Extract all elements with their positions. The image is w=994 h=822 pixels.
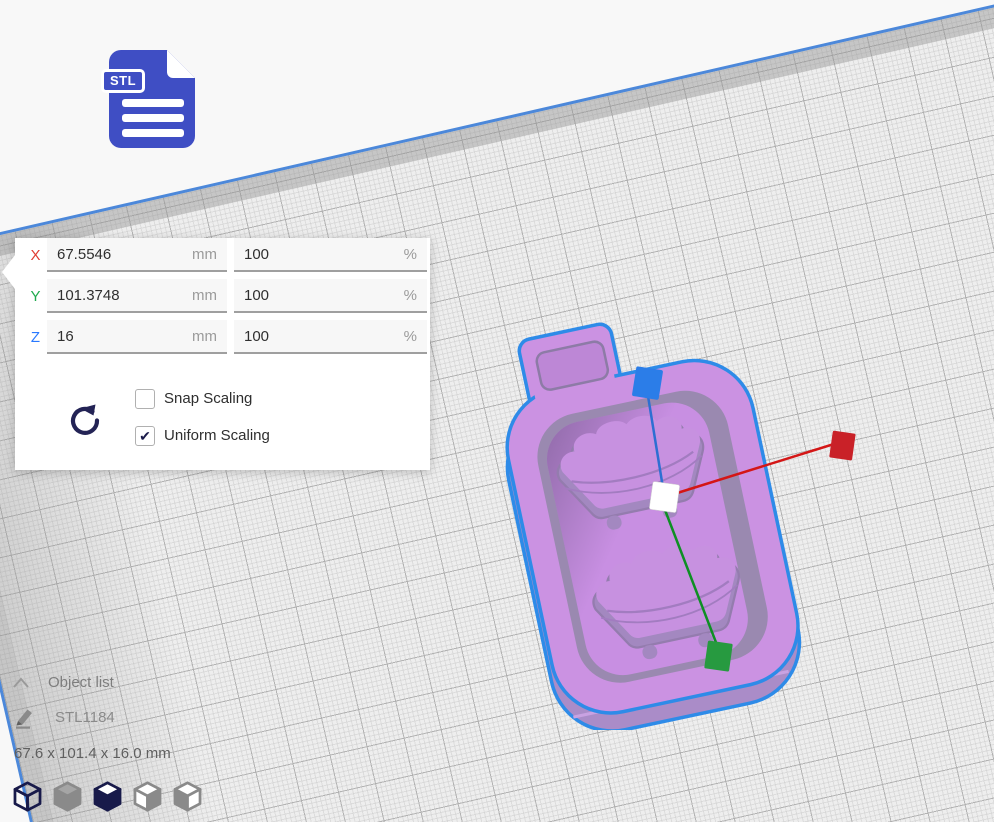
y-size-input[interactable]: 101.3748 mm (47, 279, 227, 313)
y-size-value: 101.3748 (57, 287, 120, 304)
mold-body (481, 298, 813, 730)
stl-file-icon[interactable]: STL (103, 50, 195, 148)
z-size-value: 16 (57, 328, 74, 345)
z-percent-value: 100 (244, 328, 269, 345)
object-list-item[interactable]: STL1184 (14, 706, 115, 729)
panel-arrow (2, 255, 15, 289)
3d-view-icon[interactable] (13, 781, 42, 812)
x-size-value: 67.5546 (57, 246, 111, 263)
rotate-ccw-icon (66, 401, 102, 439)
axis-label-z: Z (28, 329, 43, 346)
model-stl1184[interactable] (478, 298, 898, 730)
front-view-icon[interactable] (53, 781, 82, 812)
z-size-input[interactable]: 16 mm (47, 320, 227, 354)
scale-tool-panel: X 67.5546 mm 100 % Y 101.3748 mm 100 % Z (15, 238, 430, 470)
scale-row-y: Y 101.3748 mm 100 % (28, 279, 430, 313)
uniform-scaling-option[interactable]: Uniform Scaling (135, 425, 270, 446)
z-percent-unit: % (404, 328, 417, 345)
object-list-header[interactable]: Object list (12, 674, 114, 691)
z-percent-input[interactable]: 100 % (234, 320, 427, 354)
uniform-scaling-checkbox[interactable] (135, 426, 155, 446)
x-percent-value: 100 (244, 246, 269, 263)
snap-scaling-checkbox[interactable] (135, 389, 155, 409)
stl-badge-label: STL (101, 69, 145, 93)
y-percent-unit: % (404, 287, 417, 304)
scale-row-z: Z 16 mm 100 % (28, 320, 430, 354)
reset-scale-button[interactable] (66, 401, 102, 439)
model-dimensions-label: 67.6 x 101.4 x 16.0 mm (14, 745, 171, 762)
left-side-view-icon[interactable] (133, 781, 162, 812)
z-size-unit: mm (192, 328, 217, 345)
scaling-options: Snap Scaling Uniform Scaling (135, 388, 270, 462)
chevron-up-icon (12, 676, 30, 689)
scale-handle-center[interactable] (649, 481, 680, 512)
x-percent-unit: % (404, 246, 417, 263)
x-percent-input[interactable]: 100 % (234, 238, 427, 272)
axis-label-x: X (28, 247, 43, 264)
x-size-unit: mm (192, 246, 217, 263)
y-size-unit: mm (192, 287, 217, 304)
scale-handle-y[interactable] (704, 640, 733, 671)
scale-handle-x[interactable] (829, 431, 856, 461)
right-side-view-icon[interactable] (173, 781, 202, 812)
object-list-title: Object list (48, 674, 114, 691)
pencil-icon (14, 706, 37, 729)
scale-handle-z[interactable] (632, 366, 663, 400)
scale-row-x: X 67.5546 mm 100 % (28, 238, 430, 272)
snap-scaling-label: Snap Scaling (164, 390, 252, 407)
viewport-3d: STL (0, 0, 994, 822)
object-item-name: STL1184 (55, 709, 115, 726)
snap-scaling-option[interactable]: Snap Scaling (135, 388, 270, 409)
x-size-input[interactable]: 67.5546 mm (47, 238, 227, 272)
camera-view-toolbar (13, 781, 202, 812)
top-view-icon[interactable] (93, 781, 122, 812)
y-percent-input[interactable]: 100 % (234, 279, 427, 313)
axis-label-y: Y (28, 288, 43, 305)
uniform-scaling-label: Uniform Scaling (164, 427, 270, 444)
stl-document-icon (103, 50, 195, 148)
y-percent-value: 100 (244, 287, 269, 304)
